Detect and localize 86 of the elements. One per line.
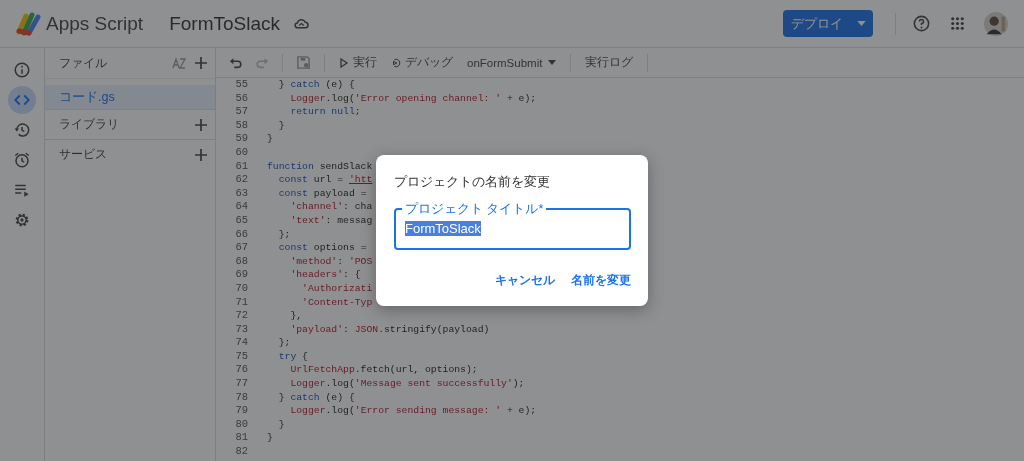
line-number: 81 [234,431,248,446]
line-number: 70 [234,281,248,296]
code-line: const payload = [277,186,367,201]
help-icon[interactable] [912,14,931,33]
line-number: 73 [234,322,248,337]
execution-log-button[interactable]: 実行ログ [581,55,638,70]
code-line: 'Content-Typ [301,295,373,310]
line-number: 58 [234,118,248,133]
line-number: 56 [234,91,248,106]
line-number: 66 [234,227,248,242]
line-number: 64 [234,200,248,214]
code-line: 'text': messag [289,213,373,228]
code-line: 'Authorizati [301,281,373,296]
logo-icon [16,11,42,36]
code-line: Logger.log('Error sending message: ' + e); [289,404,537,418]
code-line: try { [277,349,308,364]
deploy-button[interactable]: デプロイ [783,10,873,37]
add-icon[interactable] [195,118,207,131]
code-line: return null; [289,105,361,119]
code-line: }; [277,227,291,242]
code-line: 'method': 'POS [289,254,373,269]
apps-grid-icon[interactable] [948,14,967,33]
line-number: 80 [234,417,248,432]
line-number: 75 [234,349,248,364]
line-number: 74 [234,336,248,350]
info-icon [13,61,31,79]
section-heading: ライブラリ [59,116,119,133]
line-number: 65 [234,213,248,228]
line-number: 72 [234,309,248,323]
rail-button[interactable] [8,86,36,114]
code-line: } [267,132,273,146]
cloud-icon [294,17,309,30]
line-number: 55 [234,78,248,92]
line-number: 62 [234,173,248,187]
line-number: 59 [234,132,248,146]
caret-icon [548,60,557,65]
line-number: 82 [234,445,248,459]
code-line: const options = [277,241,367,255]
code-line: }, [289,309,303,323]
code-line: Logger.log('Error opening channel: ' + e); [289,91,537,106]
dialog-title: プロジェクトの名前を変更 [394,173,551,191]
code-line: 'channel': cha [289,200,373,214]
code-line: }; [277,336,291,350]
add-icon[interactable] [195,57,207,69]
line-number: 67 [234,241,248,255]
title-field[interactable]: プロジェクト タイトル* FormToSlack [394,202,631,250]
debug-icon [391,57,401,68]
history-icon [13,121,31,139]
project-name[interactable]: FormToSlack [169,12,280,35]
code-line: } catch (e) { [277,390,355,405]
line-number: 63 [234,186,248,201]
line-number: 69 [234,268,248,282]
function-dropdown[interactable]: onFormSubmit [463,56,561,69]
caret-icon [856,21,866,26]
code-line: UrlFetchApp.fetch(url, options); [289,363,478,378]
code-line: } [267,431,273,446]
debug-button[interactable]: デバッグ [387,55,457,70]
alarm-clock-icon [13,151,31,169]
add-icon[interactable] [195,148,207,161]
code-line: 'headers': { [289,268,361,282]
line-number: 60 [234,145,248,160]
code-line: } [277,417,285,432]
line-number: 78 [234,390,248,405]
line-number: 57 [234,105,248,119]
cancel-button[interactable]: キャンセル [489,269,561,292]
file-item[interactable]: コード.gs [45,85,215,109]
line-number: 71 [234,295,248,310]
code-line: Logger.log('Message sent successfully'); [289,377,525,391]
line-number: 68 [234,254,248,269]
code-line: function sendSlack [267,159,373,174]
run-button[interactable]: 実行 [335,55,381,70]
files-heading: ファイル [59,54,108,72]
product-name: Apps Script [46,12,144,35]
code-line: 'payload': JSON.stringify(payload) [289,322,490,337]
rename-button[interactable]: 名前を変更 [565,269,637,292]
section-heading: サービス [59,146,107,163]
code-line: } catch (e) { [277,78,355,92]
avatar-icon[interactable] [984,11,1008,36]
line-number: 79 [234,404,248,418]
line-number: 61 [234,159,248,174]
code-line: const url = 'htt [277,173,373,187]
line-number: 77 [234,377,248,391]
code-line: } [277,118,285,133]
settings-icon [13,211,31,229]
play-icon [339,57,349,68]
line-number: 76 [234,363,248,378]
